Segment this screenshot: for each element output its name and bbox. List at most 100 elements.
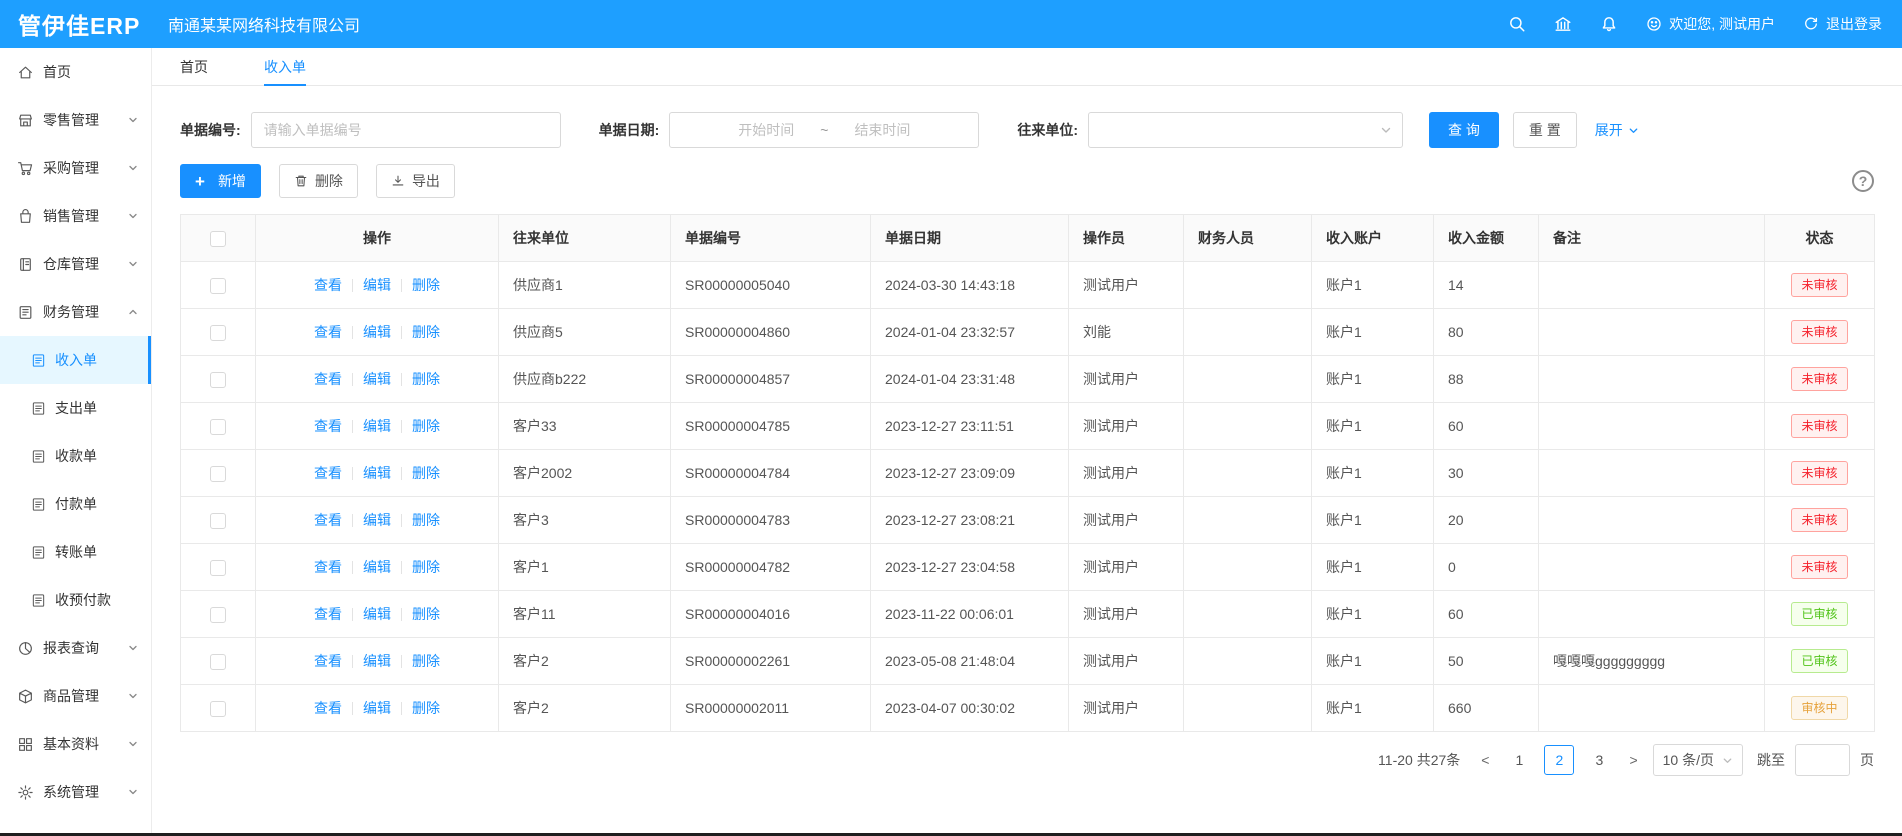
- row-edit-link[interactable]: 编辑: [363, 653, 391, 669]
- chevron-down-icon: [128, 259, 138, 269]
- sidebar-item-retail[interactable]: 零售管理: [0, 96, 151, 144]
- cell-account: 账户1: [1312, 497, 1434, 544]
- export-button[interactable]: 导出: [376, 164, 455, 198]
- pagination-page-1[interactable]: 1: [1504, 745, 1534, 775]
- cell-bill-no: SR00000004783: [671, 497, 871, 544]
- row-delete-link[interactable]: 删除: [412, 512, 440, 528]
- date-range-picker[interactable]: 开始时间 ~ 结束时间: [669, 112, 979, 148]
- cell-partner: 客户2: [499, 638, 671, 685]
- partner-select[interactable]: [1088, 112, 1403, 148]
- row-checkbox[interactable]: [210, 325, 226, 341]
- pagination-page-2[interactable]: 2: [1544, 745, 1574, 775]
- row-view-link[interactable]: 查看: [314, 559, 342, 575]
- cell-partner: 供应商1: [499, 262, 671, 309]
- row-view-link[interactable]: 查看: [314, 700, 342, 716]
- jump-to-input[interactable]: [1795, 744, 1850, 776]
- row-edit-link[interactable]: 编辑: [363, 371, 391, 387]
- sidebar-item-sales[interactable]: 销售管理: [0, 192, 151, 240]
- row-view-link[interactable]: 查看: [314, 418, 342, 434]
- row-delete-link[interactable]: 删除: [412, 700, 440, 716]
- sidebar-subitem-payment-bill[interactable]: 付款单: [0, 480, 151, 528]
- row-delete-link[interactable]: 删除: [412, 465, 440, 481]
- row-delete-link[interactable]: 删除: [412, 371, 440, 387]
- sidebar-item-finance[interactable]: 财务管理: [0, 288, 151, 336]
- row-view-link[interactable]: 查看: [314, 606, 342, 622]
- delete-button[interactable]: 删除: [279, 164, 358, 198]
- bill-no-input[interactable]: [251, 112, 561, 148]
- sidebar-subitem-receipt-bill[interactable]: 收款单: [0, 432, 151, 480]
- add-button-label: 新增: [218, 171, 246, 191]
- row-edit-link[interactable]: 编辑: [363, 606, 391, 622]
- logout-button[interactable]: 退出登录: [1803, 14, 1882, 34]
- search-button[interactable]: 查 询: [1429, 112, 1499, 148]
- row-delete-link[interactable]: 删除: [412, 418, 440, 434]
- row-checkbox[interactable]: [210, 278, 226, 294]
- select-all-checkbox[interactable]: [210, 231, 226, 247]
- sidebar-item-warehouse[interactable]: 仓库管理: [0, 240, 151, 288]
- cell-operator: 测试用户: [1069, 685, 1184, 732]
- search-icon[interactable]: [1508, 15, 1526, 33]
- row-delete-link[interactable]: 删除: [412, 653, 440, 669]
- row-checkbox[interactable]: [210, 513, 226, 529]
- row-edit-link[interactable]: 编辑: [363, 559, 391, 575]
- tab-home[interactable]: 首页: [180, 48, 208, 85]
- row-checkbox[interactable]: [210, 607, 226, 623]
- cell-account: 账户1: [1312, 450, 1434, 497]
- cell-account: 账户1: [1312, 403, 1434, 450]
- row-checkbox[interactable]: [210, 419, 226, 435]
- row-edit-link[interactable]: 编辑: [363, 277, 391, 293]
- status-badge: 已审核: [1791, 602, 1847, 626]
- row-checkbox[interactable]: [210, 654, 226, 670]
- user-welcome[interactable]: 欢迎您, 测试用户: [1646, 14, 1775, 34]
- cell-amount: 80: [1434, 309, 1539, 356]
- reset-button[interactable]: 重 置: [1513, 112, 1577, 148]
- row-edit-link[interactable]: 编辑: [363, 465, 391, 481]
- page-size-select[interactable]: 10 条/页: [1653, 744, 1743, 776]
- document-icon: [31, 401, 46, 416]
- sidebar-item-purchase[interactable]: 采购管理: [0, 144, 151, 192]
- row-view-link[interactable]: 查看: [314, 371, 342, 387]
- sidebar-subitem-expense-bill[interactable]: 支出单: [0, 384, 151, 432]
- sidebar-item-reports[interactable]: 报表查询: [0, 624, 151, 672]
- row-delete-link[interactable]: 删除: [412, 606, 440, 622]
- sidebar-subitem-transfer-bill[interactable]: 转账单: [0, 528, 151, 576]
- row-view-link[interactable]: 查看: [314, 512, 342, 528]
- row-checkbox[interactable]: [210, 701, 226, 717]
- row-checkbox[interactable]: [210, 372, 226, 388]
- home-platform-icon[interactable]: [1554, 15, 1572, 33]
- row-checkbox[interactable]: [210, 466, 226, 482]
- add-button[interactable]: + 新增: [180, 164, 261, 198]
- help-icon[interactable]: ?: [1852, 170, 1874, 192]
- action-divider: [352, 326, 353, 339]
- row-view-link[interactable]: 查看: [314, 277, 342, 293]
- row-edit-link[interactable]: 编辑: [363, 700, 391, 716]
- row-edit-link[interactable]: 编辑: [363, 418, 391, 434]
- pagination-next-icon[interactable]: >: [1624, 752, 1642, 768]
- action-divider: [401, 561, 402, 574]
- sidebar-subitem-prepayment[interactable]: 收预付款: [0, 576, 151, 624]
- sidebar-item-system[interactable]: 系统管理: [0, 768, 151, 816]
- sidebar-item-home[interactable]: 首页: [0, 48, 151, 96]
- cell-remark: [1539, 591, 1765, 638]
- row-delete-link[interactable]: 删除: [412, 559, 440, 575]
- pagination-prev-icon[interactable]: <: [1476, 752, 1494, 768]
- cell-operator: 测试用户: [1069, 403, 1184, 450]
- expand-filters-link[interactable]: 展开: [1595, 120, 1639, 140]
- tab-income-bill[interactable]: 收入单: [264, 48, 306, 85]
- sidebar-item-goods[interactable]: 商品管理: [0, 672, 151, 720]
- chevron-up-icon: [128, 307, 138, 317]
- row-view-link[interactable]: 查看: [314, 465, 342, 481]
- sidebar-item-basic-data[interactable]: 基本资料: [0, 720, 151, 768]
- bell-icon[interactable]: [1600, 15, 1618, 33]
- row-view-link[interactable]: 查看: [314, 324, 342, 340]
- row-view-link[interactable]: 查看: [314, 653, 342, 669]
- row-checkbox[interactable]: [210, 560, 226, 576]
- cell-remark: [1539, 356, 1765, 403]
- row-delete-link[interactable]: 删除: [412, 324, 440, 340]
- pagination-page-3[interactable]: 3: [1584, 745, 1614, 775]
- row-edit-link[interactable]: 编辑: [363, 512, 391, 528]
- row-edit-link[interactable]: 编辑: [363, 324, 391, 340]
- bag-icon: [17, 208, 34, 225]
- sidebar-subitem-income-bill[interactable]: 收入单: [0, 336, 151, 384]
- row-delete-link[interactable]: 删除: [412, 277, 440, 293]
